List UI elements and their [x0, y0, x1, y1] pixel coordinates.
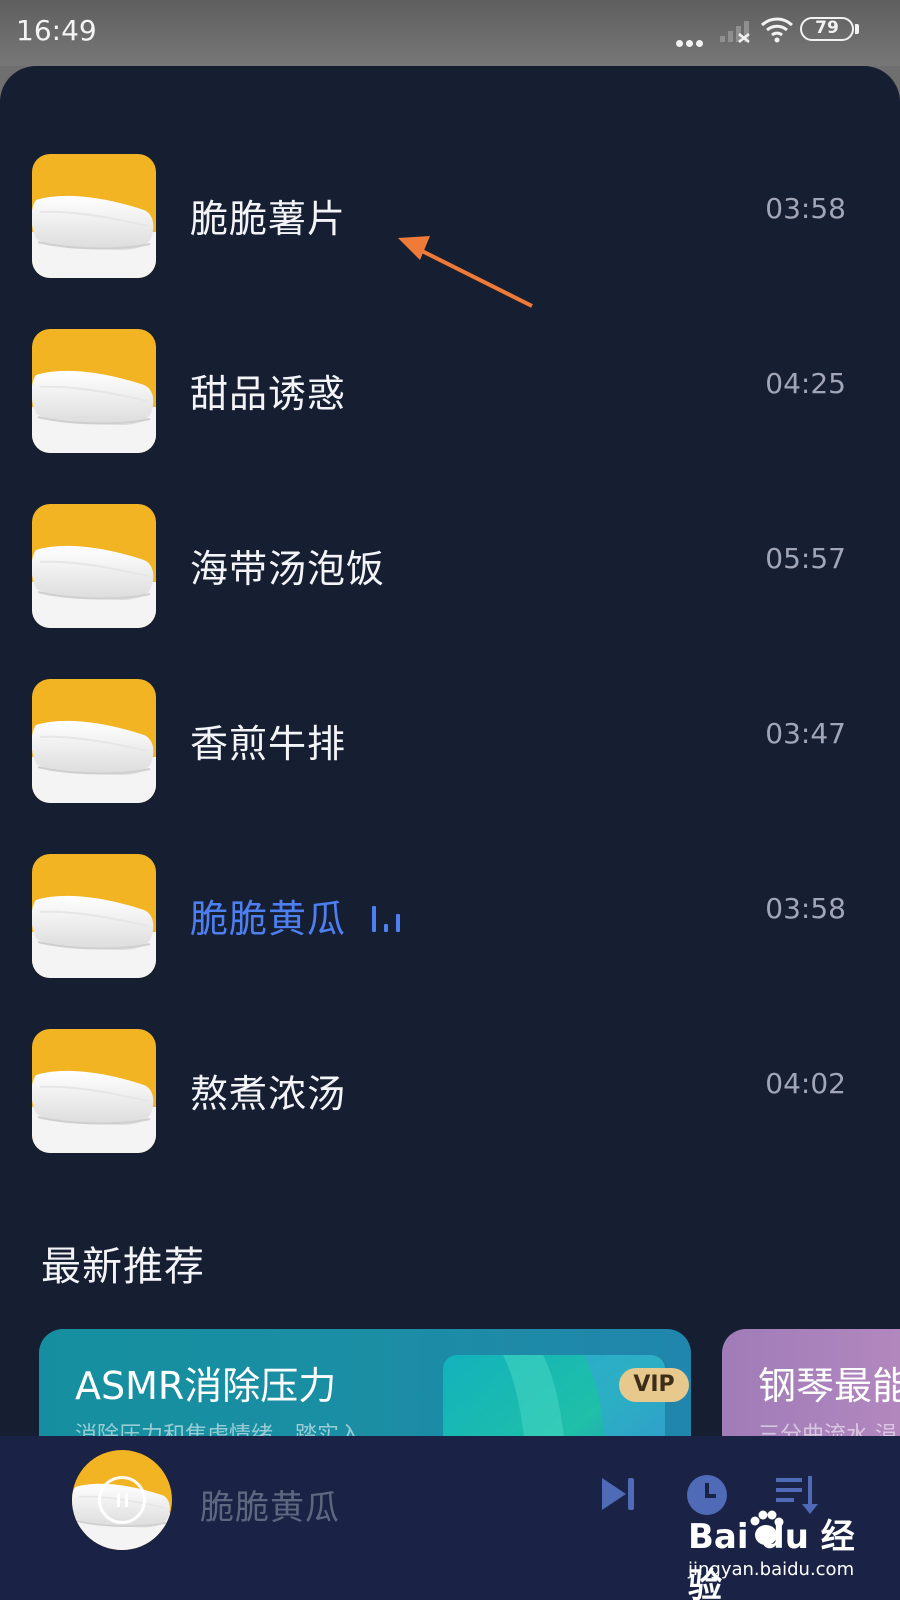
card-title: ASMR消除压力 — [75, 1364, 337, 1408]
track-title: 香煎牛排 — [190, 722, 347, 766]
track-row[interactable]: 香煎牛排 03:47 — [0, 669, 900, 809]
battery-cap — [855, 24, 859, 34]
next-track-icon[interactable] — [598, 1474, 638, 1514]
track-row[interactable]: 脆脆黄瓜 03:58 — [0, 844, 900, 984]
track-duration: 03:47 — [765, 717, 846, 750]
track-title: 甜品诱惑 — [190, 372, 347, 416]
track-cover — [32, 504, 156, 628]
track-duration: 03:58 — [765, 892, 846, 925]
card-subtitle: 三分曲流水 涓 — [758, 1423, 897, 1436]
baidu-watermark: Bai du 经验 jingyan.baidu.com — [688, 1509, 858, 1600]
track-cover — [32, 154, 156, 278]
recommend-card-asmr[interactable]: ASMR消除压力 消除压力和焦虑情绪，踏实入 VIP — [39, 1329, 691, 1436]
card-title: 钢琴最能 — [758, 1364, 900, 1408]
track-cover — [32, 329, 156, 453]
track-cover — [32, 1029, 156, 1153]
track-duration: 04:25 — [765, 367, 846, 400]
track-title: 脆脆薯片 — [190, 197, 347, 241]
recommend-card-piano[interactable]: 钢琴最能 三分曲流水 涓 — [722, 1329, 900, 1436]
card-subtitle: 消除压力和焦虑情绪，踏实入 — [75, 1423, 362, 1436]
track-row[interactable]: 海带汤泡饭 05:57 — [0, 494, 900, 634]
track-title: 海带汤泡饭 — [190, 547, 386, 591]
signal-icon — [720, 21, 750, 43]
track-cover — [32, 679, 156, 803]
track-duration: 05:57 — [765, 542, 846, 575]
watermark-url: jingyan.baidu.com — [688, 1559, 855, 1580]
player-track-title[interactable]: 脆脆黄瓜 — [200, 1480, 340, 1529]
pause-icon[interactable] — [98, 1476, 146, 1524]
track-row[interactable]: 熬煮浓汤 04:02 — [0, 1019, 900, 1159]
track-cover — [32, 854, 156, 978]
now-playing-icon — [372, 902, 406, 932]
annotation-arrow — [398, 236, 533, 308]
battery-icon: 79 — [800, 17, 854, 41]
status-icons: 79 — [676, 14, 886, 48]
track-title: 熬煮浓汤 — [190, 1072, 347, 1116]
watermark-brand: Bai du 经验 — [688, 1517, 855, 1600]
vip-badge: VIP — [619, 1368, 689, 1402]
status-time: 16:49 — [16, 14, 97, 47]
wifi-icon — [761, 17, 793, 43]
track-row[interactable]: 甜品诱惑 04:25 — [0, 319, 900, 459]
track-title: 脆脆黄瓜 — [190, 897, 347, 941]
track-duration: 04:02 — [765, 1067, 846, 1100]
track-duration: 03:58 — [765, 192, 846, 225]
section-title: 最新推荐 — [41, 1244, 205, 1290]
status-bar: 16:49 79 — [0, 0, 900, 66]
more-dots-icon — [676, 32, 706, 51]
